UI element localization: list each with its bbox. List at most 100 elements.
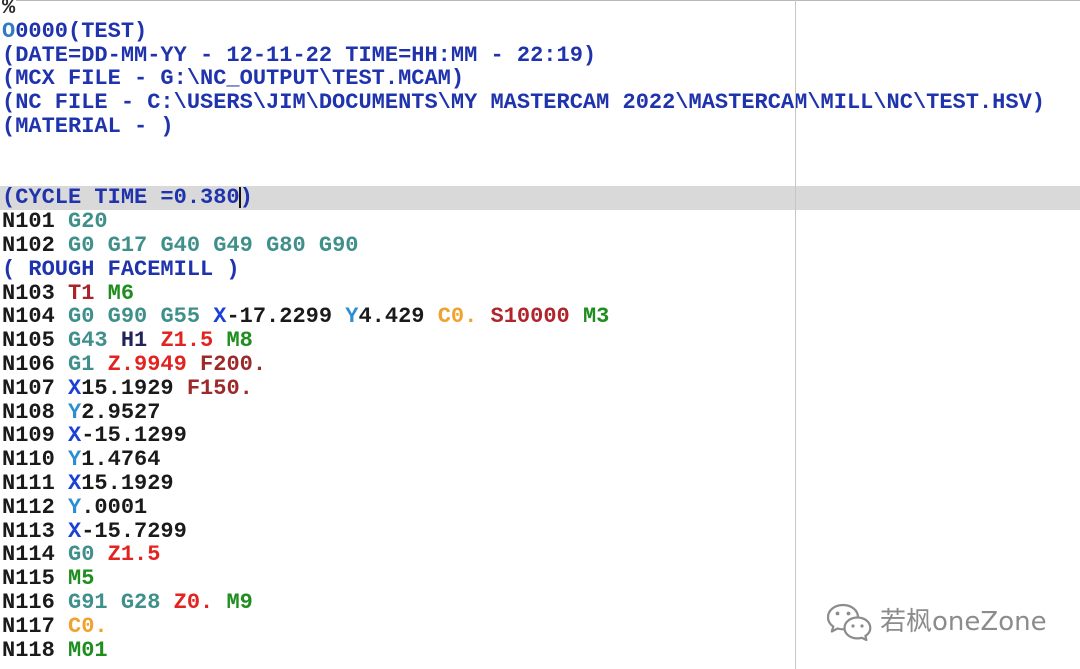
g-code: G1: [68, 351, 95, 377]
wechat-icon: [826, 603, 872, 642]
m-code: M5: [68, 566, 95, 592]
tool-word: T1: [68, 280, 95, 306]
g-code: G17: [107, 232, 148, 258]
g-code: G49: [213, 232, 253, 258]
x-address: X: [68, 423, 82, 449]
g-code: G20: [68, 209, 108, 235]
code-line[interactable]: N108 Y2.9527: [0, 399, 1080, 425]
code-line[interactable]: (MCX FILE - G:\NC_OUTPUT\TEST.MCAM): [0, 67, 1080, 91]
m-code: M01: [68, 637, 108, 663]
sequence-number: N109: [2, 423, 55, 449]
y-address: Y: [345, 304, 359, 330]
code-line[interactable]: N112 Y.0001: [0, 494, 1080, 520]
sequence-number: N104: [2, 304, 55, 330]
code-line[interactable]: N102 G0 G17 G40 G49 G80 G90: [0, 234, 1080, 258]
code-line-current[interactable]: (CYCLE TIME =0.380): [0, 185, 1080, 211]
comment: (NC FILE - C:\USERS\JIM\DOCUMENTS\MY MAS…: [2, 90, 1045, 116]
code-line[interactable]: (DATE=DD-MM-YY - 12-11-22 TIME=HH:MM - 2…: [0, 42, 1080, 68]
code-line[interactable]: N110 Y1.4764: [0, 448, 1080, 472]
comment: (DATE=DD-MM-YY - 12-11-22 TIME=HH:MM - 2…: [2, 42, 597, 68]
code-line[interactable]: N104 G0 G90 G55 X-17.2299 Y4.429 C0. S10…: [0, 305, 1080, 329]
m-code: M8: [226, 328, 253, 354]
code-line[interactable]: N113 X-15.7299: [0, 518, 1080, 544]
spindle-speed-word: S10000: [490, 304, 570, 330]
g-code: G28: [120, 589, 161, 615]
y-coordinate-value: 2.9527: [81, 399, 161, 425]
g-code: G0: [68, 542, 95, 568]
code-line[interactable]: [0, 163, 1080, 187]
x-coordinate-value: 15.1929: [81, 375, 174, 401]
y-address: Y: [68, 447, 82, 473]
y-coordinate-value: .0001: [81, 494, 148, 520]
sequence-number: N116: [2, 589, 55, 615]
sequence-number: N113: [2, 518, 55, 544]
watermark-text: 若枫oneZone: [880, 607, 1047, 637]
g-code: G80: [266, 232, 306, 258]
g-code: G0: [68, 304, 95, 330]
sequence-number: N103: [2, 280, 55, 306]
code-line[interactable]: N101 G20: [0, 210, 1080, 234]
z-word: Z0.: [173, 589, 214, 615]
z-word: Z1.5: [160, 328, 214, 354]
code-editor[interactable]: % O0000(TEST) (DATE=DD-MM-YY - 12-11-22 TI…: [0, 0, 1080, 669]
sequence-number: N101: [2, 209, 55, 235]
right-margin-guide: [795, 0, 796, 669]
g-code: G90: [107, 304, 148, 330]
code-line[interactable]: %: [0, 0, 1080, 20]
z-word: Z.9949: [107, 351, 187, 377]
length-offset-word: H1: [120, 328, 148, 354]
sequence-number: N105: [2, 328, 55, 354]
g-code: G91: [68, 589, 108, 615]
watermark: 若枫oneZone: [826, 601, 1047, 643]
comment: (CYCLE TIME =0.380: [2, 185, 240, 211]
x-address: X: [68, 470, 82, 496]
code-line[interactable]: ( ROUGH FACEMILL ): [0, 256, 1080, 282]
x-address: X: [68, 518, 82, 544]
y-address: Y: [68, 399, 82, 425]
sequence-number: N108: [2, 399, 55, 425]
feed-word: F150.: [186, 375, 253, 401]
code-line[interactable]: N115 M5: [0, 567, 1080, 591]
editor-top-border: [16, 0, 1080, 1]
code-line[interactable]: N109 X-15.1299: [0, 424, 1080, 448]
sequence-number: N107: [2, 375, 55, 401]
sequence-number: N110: [2, 447, 55, 473]
code-line[interactable]: N107 X15.1929 F150.: [0, 375, 1080, 401]
program-number: 0000: [15, 18, 69, 44]
code-line[interactable]: N103 T1 M6: [0, 280, 1080, 306]
m-code: M9: [226, 589, 253, 615]
g-code: G0: [68, 232, 95, 258]
comment: ): [239, 185, 253, 211]
sequence-number: N115: [2, 566, 55, 592]
g-code: G55: [160, 304, 201, 330]
x-address: X: [68, 375, 82, 401]
c-axis-word: C0.: [437, 304, 478, 330]
x-coordinate-value: -15.7299: [81, 518, 187, 544]
code-line[interactable]: N111 X15.1929: [0, 472, 1080, 496]
feed-word: F200.: [200, 351, 267, 377]
x-coordinate-value: -17.2299: [226, 304, 333, 330]
g-code: G43: [68, 328, 108, 354]
program-number-address: O: [2, 18, 16, 44]
y-address: Y: [68, 494, 82, 520]
code-line[interactable]: (NC FILE - C:\USERS\JIM\DOCUMENTS\MY MAS…: [0, 91, 1080, 115]
sequence-number: N118: [2, 637, 55, 663]
code-line[interactable]: N114 G0 Z1.5: [0, 543, 1080, 567]
sequence-number: N111: [2, 470, 55, 496]
program-delimiter: %: [2, 0, 16, 20]
code-line[interactable]: [0, 139, 1080, 163]
code-line[interactable]: N106 G1 Z.9949 F200.: [0, 353, 1080, 377]
comment: ( ROUGH FACEMILL ): [2, 256, 240, 282]
code-line[interactable]: N105 G43 H1 Z1.5 M8: [0, 329, 1080, 353]
sequence-number: N117: [2, 613, 55, 639]
comment: (MATERIAL - ): [2, 113, 174, 139]
g-code: G40: [160, 232, 201, 258]
code-line[interactable]: (MATERIAL - ): [0, 115, 1080, 139]
x-address: X: [213, 304, 227, 330]
sequence-number: N114: [2, 542, 55, 568]
code-line[interactable]: O0000(TEST): [0, 18, 1080, 44]
x-coordinate-value: 15.1929: [81, 470, 174, 496]
z-word: Z1.5: [107, 542, 161, 568]
comment: (MCX FILE - G:\NC_OUTPUT\TEST.MCAM): [2, 66, 465, 92]
m-code: M3: [582, 304, 610, 330]
